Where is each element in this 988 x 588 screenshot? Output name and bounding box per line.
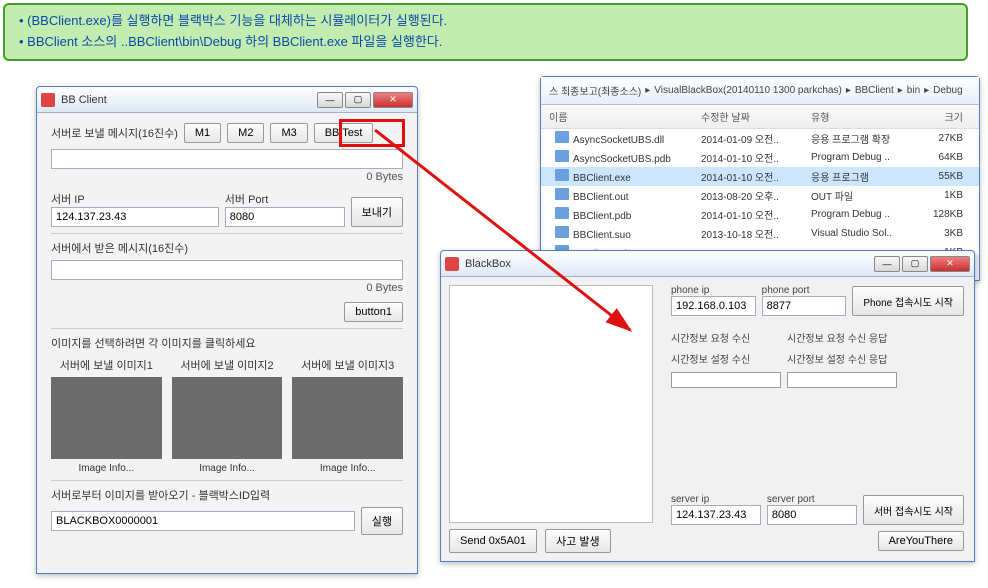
file-row[interactable]: BBClient.suo2013-10-18 오전..Visual Studio… [541,224,979,243]
crumb-2[interactable]: BBClient [855,85,894,96]
image1-thumb[interactable] [51,377,162,459]
blackbox-id-input[interactable] [51,511,355,531]
server-ip-label: 서버 IP [51,191,219,207]
file-icon [555,207,569,219]
instruction-line1: • (BBClient.exe)를 실행하면 블랙박스 기능을 대체하는 시뮬레… [19,11,952,32]
bbclient-window: BB Client — ▢ ✕ 서버로 보낼 메시지(16진수) M1 M2 M… [36,86,418,574]
close-button[interactable]: ✕ [373,92,413,108]
image3-info: Image Info... [292,463,403,474]
time-set-resp-label: 시간정보 설정 수신 응답 [787,351,887,366]
col-size[interactable]: 크기 [911,109,971,124]
server-ip-label: server ip [671,494,761,505]
image1-info: Image Info... [51,463,162,474]
image2-thumb[interactable] [172,377,283,459]
app-icon [41,93,55,107]
send-message-input[interactable] [51,149,403,169]
col-type[interactable]: 유형 [811,109,911,124]
send-button[interactable]: 보내기 [351,197,403,227]
close-button[interactable]: ✕ [930,256,970,272]
maximize-button[interactable]: ▢ [902,256,928,272]
minimize-button[interactable]: — [874,256,900,272]
crumb-1[interactable]: VisualBlackBox(20140110 1300 parkchas) [654,85,842,96]
send-message-label: 서버로 보낼 메시지(16진수) [51,125,178,141]
blackbox-titlebar[interactable]: BlackBox — ▢ ✕ [441,251,974,277]
m2-button[interactable]: M2 [227,123,264,143]
time-req-resp-label: 시간정보 요청 수신 응답 [787,330,887,345]
areyouthere-button[interactable]: AreYouThere [878,531,964,551]
m1-button[interactable]: M1 [184,123,221,143]
image1-label: 서버에 보낼 이미지1 [51,357,162,373]
file-icon [555,131,569,143]
crumb-4[interactable]: Debug [933,85,962,96]
crumb-3[interactable]: bin [907,85,920,96]
server-ip-input[interactable] [51,207,219,227]
recv-bytes-label: 0 Bytes [51,282,403,294]
blackbox-window: BlackBox — ▢ ✕ Send 0x5A01 사고 발생 phone i… [440,250,975,562]
crumb-0[interactable]: 스 최종보고(최종소스) [549,83,641,98]
phone-port-label: phone port [762,285,847,296]
image2-label: 서버에 보낼 이미지2 [172,357,283,373]
file-icon [555,150,569,162]
blackbox-title: BlackBox [465,258,874,270]
server-port-label: server port [767,494,857,505]
image3-label: 서버에 보낼 이미지3 [292,357,403,373]
server-port-label: 서버 Port [225,191,345,207]
file-row[interactable]: BBClient.out2013-08-20 오후..OUT 파일1KB [541,186,979,205]
preview-area [449,285,653,523]
button1[interactable]: button1 [344,302,403,322]
server-port-input[interactable] [225,207,345,227]
file-icon [555,226,569,238]
minimize-button[interactable]: — [317,92,343,108]
app-icon [445,257,459,271]
maximize-button[interactable]: ▢ [345,92,371,108]
phone-ip-label: phone ip [671,285,756,296]
accident-button[interactable]: 사고 발생 [545,529,611,553]
bb-server-ip-input[interactable] [671,505,761,525]
bb-server-port-input[interactable] [767,505,857,525]
progress-bar-2 [787,372,897,388]
file-row[interactable]: AsyncSocketUBS.pdb2014-01-10 오전..Program… [541,148,979,167]
col-date[interactable]: 수정한 날짜 [701,109,811,124]
recv-message-label: 서버에서 받은 메시지(16진수) [51,240,403,256]
file-row[interactable]: AsyncSocketUBS.dll2014-01-09 오전..응용 프로그램… [541,129,979,148]
progress-bar-1 [671,372,781,388]
image3-thumb[interactable] [292,377,403,459]
phone-connect-button[interactable]: Phone 접속시도 시작 [852,286,964,316]
image-instruction-label: 이미지를 선택하려면 각 이미지를 클릭하세요 [51,335,403,351]
time-set-label: 시간정보 설정 수신 [671,351,781,366]
explorer-breadcrumb[interactable]: 스 최종보고(최종소스)▸ VisualBlackBox(20140110 13… [541,77,979,105]
file-row[interactable]: BBClient.exe2014-01-10 오전..응용 프로그램55KB [541,167,979,186]
server-connect-button[interactable]: 서버 접속시도 시작 [863,495,964,525]
col-name[interactable]: 이름 [541,109,701,124]
file-icon [555,188,569,200]
phone-port-input[interactable] [762,296,847,316]
highlight-bbtest [339,119,405,147]
explorer-header: 이름 수정한 날짜 유형 크기 [541,105,979,129]
bbclient-title: BB Client [61,94,317,106]
instruction-line2: • BBClient 소스의 ..BBClient\bin\Debug 하의 B… [19,32,952,53]
send-bytes-label: 0 Bytes [51,171,403,183]
m3-button[interactable]: M3 [270,123,307,143]
send-0x5a01-button[interactable]: Send 0x5A01 [449,529,537,553]
bbclient-titlebar[interactable]: BB Client — ▢ ✕ [37,87,417,113]
file-icon [555,169,569,181]
file-row[interactable]: BBClient.pdb2014-01-10 오전..Program Debug… [541,205,979,224]
fetch-image-label: 서버로부터 이미지를 받아오기 - 블랙박스ID입력 [51,487,403,503]
recv-message-input[interactable] [51,260,403,280]
time-req-label: 시간정보 요청 수신 [671,330,781,345]
bbclient-body: 서버로 보낼 메시지(16진수) M1 M2 M3 BB Test 0 Byte… [37,113,417,573]
instruction-panel: • (BBClient.exe)를 실행하면 블랙박스 기능을 대체하는 시뮬레… [3,3,968,61]
run-button[interactable]: 실행 [361,507,403,535]
image2-info: Image Info... [172,463,283,474]
phone-ip-input[interactable] [671,296,756,316]
